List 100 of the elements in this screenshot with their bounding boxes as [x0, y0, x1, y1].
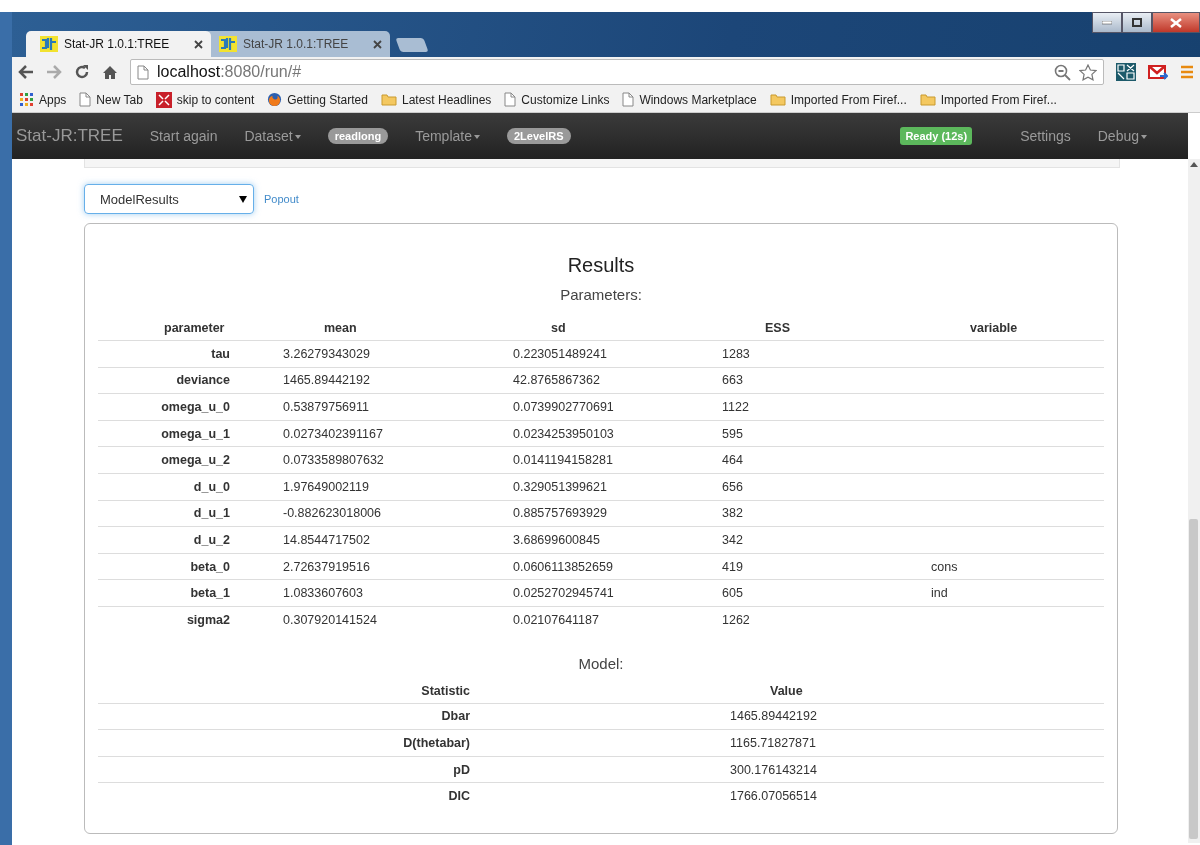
row-label: pD: [453, 762, 470, 777]
mail-icon[interactable]: [1148, 64, 1168, 80]
row-label: sigma2: [186, 612, 230, 627]
extension-icon[interactable]: [1116, 63, 1136, 81]
row-label: d_u_0: [193, 479, 230, 494]
page-icon: [79, 92, 92, 107]
table-cell: 300.176143214: [730, 762, 817, 777]
table-cell: 0.0141194158281: [513, 453, 613, 468]
table-cell: 605: [722, 586, 743, 601]
caret-icon: [239, 195, 247, 203]
close-icon: [1170, 17, 1182, 28]
column-header: variable: [918, 315, 1104, 341]
maximize-icon: [1132, 18, 1142, 27]
app-brand[interactable]: Stat-JR:TREE: [16, 126, 123, 146]
app-logo-icon: [40, 36, 58, 52]
bookmark-link[interactable]: skip to content: [155, 91, 255, 108]
close-icon[interactable]: [373, 39, 382, 49]
bookmark-link[interactable]: Apps: [20, 92, 67, 107]
home-icon[interactable]: [102, 64, 118, 80]
scrollbar[interactable]: [1188, 159, 1200, 843]
table-cell: 42.8765867362: [513, 373, 600, 388]
table-cell: 1122: [722, 400, 749, 414]
globe-icon: [267, 92, 283, 107]
table-cell: 464: [722, 453, 743, 468]
column-header: ESS: [698, 315, 918, 341]
nav-dropdown[interactable]: Template: [415, 128, 480, 144]
table-cell: 1165.71827871: [730, 735, 816, 750]
table-cell: 0.02107641187: [513, 612, 599, 627]
bookmark-link[interactable]: Getting Started: [267, 92, 368, 107]
table-cell: 14.8544717502: [283, 532, 370, 547]
bookmark-link[interactable]: Latest Headlines: [380, 92, 492, 107]
table-cell: 0.0733589807632: [283, 453, 384, 468]
row-label: beta_0: [190, 559, 230, 574]
table-cell: 0.885757693929: [513, 506, 607, 521]
table-cell: 1.97649002119: [283, 479, 369, 494]
close-icon[interactable]: [194, 39, 203, 49]
table-cell: ind: [931, 586, 948, 601]
bookmark-link[interactable]: New Tab: [79, 92, 143, 107]
table-cell: 1766.07056514: [730, 789, 817, 804]
browser-tab[interactable]: Stat-JR 1.0.1:TREE: [26, 31, 211, 57]
bookmark-link[interactable]: Imported From Firef...: [919, 92, 1057, 107]
view-select[interactable]: ModelResults: [84, 184, 254, 214]
page-icon: [622, 92, 635, 107]
popout-link[interactable]: Popout: [264, 193, 299, 205]
apps-grid-icon: [20, 92, 34, 107]
nav-link[interactable]: Start again: [149, 128, 218, 144]
row-label: D(thetabar): [403, 735, 470, 750]
bookmark-icon: [155, 91, 172, 108]
table-cell: 0.307920141524: [283, 612, 377, 627]
app-logo-icon: [219, 36, 237, 52]
table-cell: 595: [722, 426, 743, 441]
table-cell: 3.26279343029: [283, 346, 370, 361]
row-label: omega_u_1: [161, 426, 230, 441]
table-cell: 1262: [722, 612, 750, 627]
url-text: localhost:8080/run/#: [157, 63, 302, 81]
status-badge: Ready (12s): [900, 127, 973, 145]
star-icon[interactable]: [1079, 63, 1097, 81]
column-header: Statistic: [98, 677, 470, 704]
back-icon[interactable]: [18, 65, 34, 79]
selection-badge: readlong: [327, 128, 389, 144]
table-cell: 342: [722, 532, 743, 547]
column-header: sd: [488, 315, 698, 341]
nav-dropdown[interactable]: Debug: [1097, 128, 1147, 144]
table-cell: 1.0833607603: [283, 586, 363, 601]
zoom-out-icon[interactable]: [1054, 63, 1071, 81]
table-cell: -0.882623018006: [283, 506, 381, 521]
minimize-button[interactable]: [1092, 12, 1122, 33]
table-cell: 0.329051399621: [513, 479, 607, 494]
bookmark-link[interactable]: Windows Marketplace: [622, 92, 757, 107]
row-label: d_u_1: [193, 506, 230, 521]
column-header: parameter: [98, 315, 258, 341]
address-bar[interactable]: localhost:8080/run/#: [130, 59, 1104, 85]
nav-dropdown[interactable]: Dataset: [244, 128, 301, 144]
folder-icon: [769, 93, 786, 106]
page-icon: [137, 64, 149, 80]
section-heading: Model:: [577, 654, 625, 672]
table-cell: 1283: [722, 346, 750, 361]
bookmark-link[interactable]: Imported From Firef...: [769, 92, 907, 107]
table-cell: 663: [722, 373, 743, 388]
table-cell: cons: [931, 559, 958, 574]
bookmark-link[interactable]: Customize Links: [504, 92, 610, 107]
selection-badge: 2LevelRS: [507, 128, 571, 144]
row-label: tau: [211, 346, 230, 361]
results-title: Results: [566, 254, 636, 277]
row-label: DIC: [448, 789, 470, 804]
table-cell: 419: [722, 559, 743, 574]
table-cell: 656: [722, 479, 743, 494]
new-tab-button[interactable]: [395, 38, 429, 52]
minimize-icon: [1102, 20, 1112, 25]
table-cell: 382: [722, 506, 743, 521]
reload-icon[interactable]: [74, 64, 90, 80]
nav-link[interactable]: Settings: [1020, 128, 1071, 144]
table-cell: 0.0252702945741: [513, 586, 614, 601]
table-cell: 1465.89442192: [730, 709, 817, 724]
row-label: omega_u_0: [161, 400, 230, 414]
close-button[interactable]: [1152, 12, 1200, 33]
row-label: Dbar: [441, 709, 470, 724]
page-icon: [504, 92, 517, 107]
row-label: omega_u_2: [161, 453, 230, 468]
maximize-button[interactable]: [1122, 12, 1152, 33]
